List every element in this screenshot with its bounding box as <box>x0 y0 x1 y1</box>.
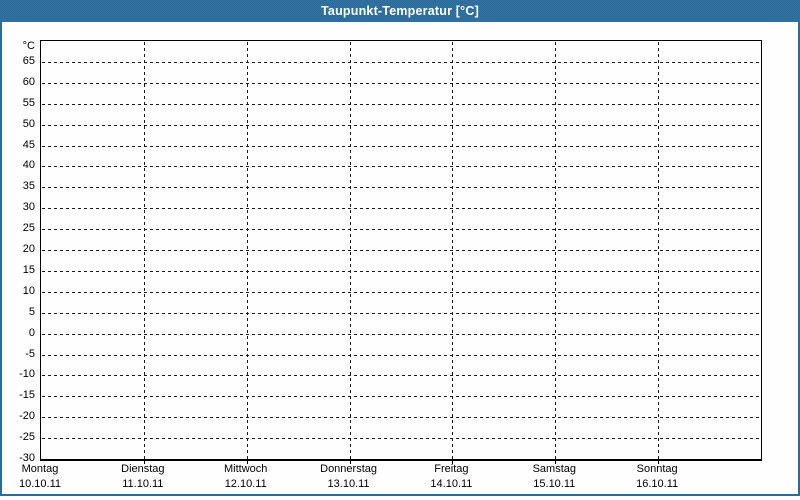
day-name-label: Donnerstag <box>320 463 377 475</box>
h-gridline <box>42 229 760 231</box>
y-tick-label: 60 <box>22 75 35 88</box>
h-gridline <box>42 354 760 356</box>
y-tick-label: 10 <box>22 284 35 297</box>
y-tick-label: 55 <box>22 96 35 109</box>
day-date-label: 10.10.11 <box>18 478 62 490</box>
day-name-label: Montag <box>21 463 59 475</box>
h-gridline <box>42 375 760 377</box>
v-gridline <box>349 42 351 459</box>
y-tick-label: 40 <box>22 159 35 172</box>
h-gridline <box>42 417 760 419</box>
h-gridline <box>42 208 760 210</box>
y-tick-label: 65 <box>22 54 35 67</box>
x-axis-day-label: Sonntag 16.10.11 <box>636 463 678 490</box>
v-gridline <box>143 42 145 459</box>
h-gridline <box>42 396 760 398</box>
h-gridline <box>42 438 760 440</box>
x-axis-day-label: Mittwoch 12.10.11 <box>224 463 267 490</box>
v-gridline <box>246 42 248 459</box>
y-tick-label: 20 <box>22 243 35 255</box>
x-axis-day-label: Donnerstag 13.10.11 <box>320 463 377 490</box>
plot-area <box>40 40 762 464</box>
y-tick-label: 45 <box>22 138 35 151</box>
h-gridline <box>42 124 760 126</box>
day-date-label: 15.10.11 <box>533 478 576 490</box>
y-tick-label: 35 <box>22 180 35 193</box>
h-gridline <box>42 82 760 84</box>
h-gridline <box>42 291 760 293</box>
y-tick-label: -20 <box>19 410 35 423</box>
x-axis-day-label: Freitag 14.10.11 <box>430 463 472 490</box>
day-name-label: Freitag <box>434 463 469 475</box>
v-gridline <box>452 42 454 459</box>
h-gridline <box>42 145 760 147</box>
h-gridline <box>42 187 760 189</box>
y-tick-label: -15 <box>19 389 35 402</box>
day-name-label: Sonntag <box>636 463 678 475</box>
day-date-label: 12.10.11 <box>224 478 267 490</box>
y-tick-label: 15 <box>22 263 35 276</box>
h-gridline <box>42 61 760 63</box>
day-name-label: Mittwoch <box>224 463 268 475</box>
h-gridline <box>42 312 760 314</box>
day-date-label: 13.10.11 <box>327 478 370 490</box>
day-date-label: 16.10.11 <box>636 478 679 490</box>
day-name-label: Samstag <box>532 463 576 475</box>
day-name-label: Dienstag <box>121 463 165 475</box>
y-axis-labels: 65 60 55 50 45 40 35 30 25 20 15 10 5 0 -5 -10 -15 -20 -25… <box>0 40 35 464</box>
day-date-label: 11.10.11 <box>122 478 164 490</box>
y-tick-label: 0 <box>28 326 35 339</box>
x-axis-day-label: Dienstag 11.10.11 <box>121 463 164 490</box>
y-tick-label: -25 <box>19 431 35 444</box>
app-window: Taupunkt-Temperatur [°C] °C 65 60 55 50 45 40… <box>0 0 800 500</box>
y-tick-label: 50 <box>22 117 35 130</box>
h-gridline <box>42 166 760 168</box>
x-axis-day-label: Montag 10.10.11 <box>19 463 61 490</box>
h-gridline <box>42 103 760 105</box>
y-tick-label: -10 <box>19 368 35 381</box>
chart-title: Taupunkt-Temperatur [°C] <box>321 4 479 18</box>
y-tick-label: 25 <box>22 222 35 235</box>
h-gridline <box>42 333 760 335</box>
y-tick-label: 30 <box>22 201 35 214</box>
x-axis-labels: Montag 10.10.11 Dienstag 11.10.11 Mittwoch 12… <box>19 463 760 495</box>
window-titlebar: Taupunkt-Temperatur [°C] <box>0 0 800 22</box>
y-tick-label: 5 <box>28 305 35 318</box>
h-gridline <box>42 250 760 251</box>
x-axis-day-label: Samstag 15.10.11 <box>533 463 576 490</box>
y-tick-label: -5 <box>25 347 35 360</box>
h-gridline <box>42 270 760 272</box>
day-date-label: 14.10.11 <box>430 478 473 490</box>
v-gridline <box>555 42 557 459</box>
v-gridline <box>658 42 660 459</box>
